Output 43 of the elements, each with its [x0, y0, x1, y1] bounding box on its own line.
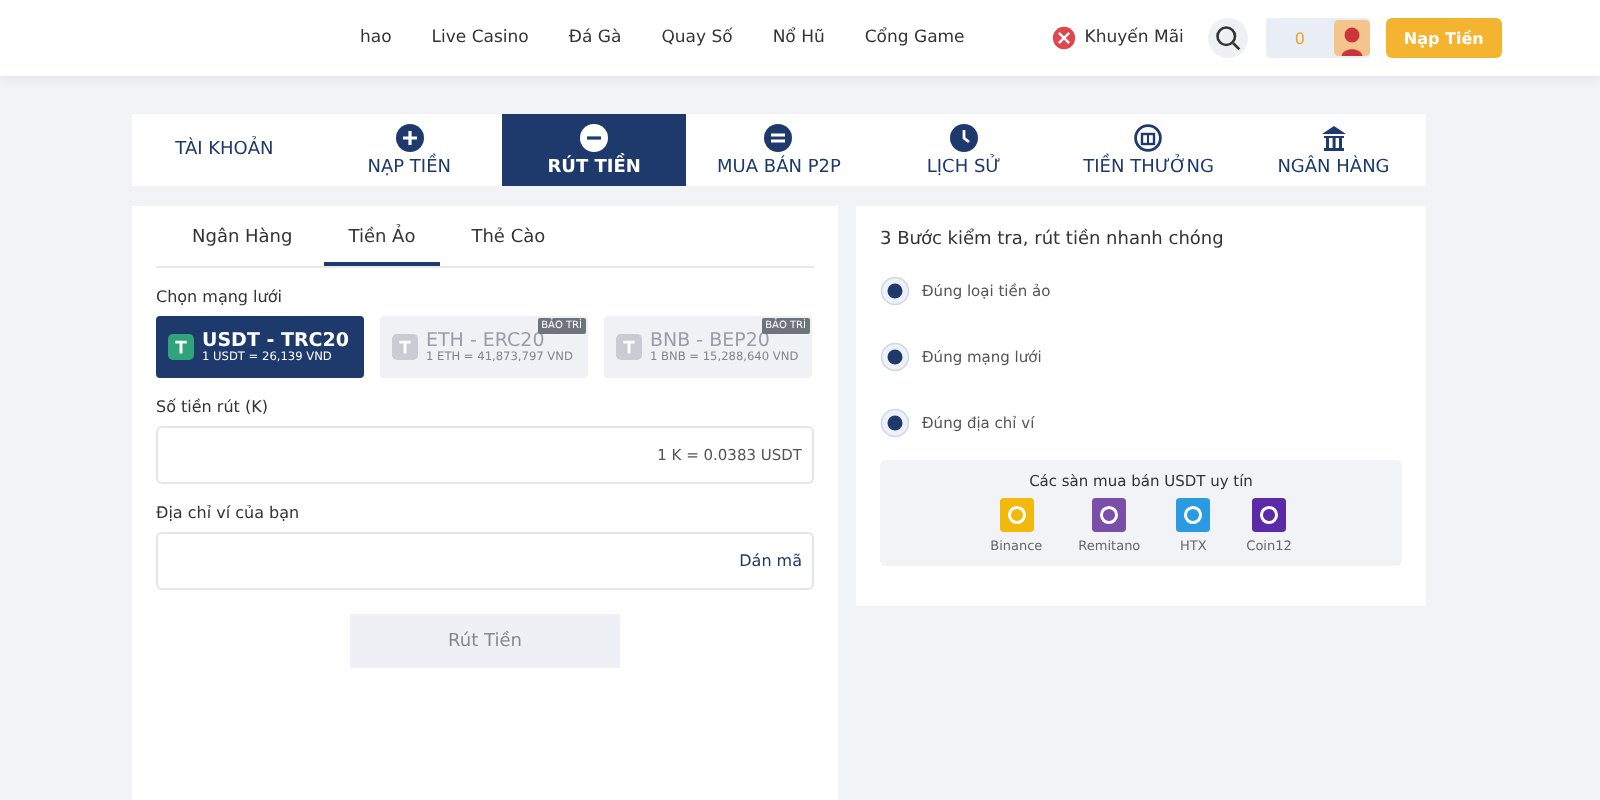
field-label: Số tiền rút (K)	[156, 398, 270, 416]
tab-icon	[1319, 123, 1348, 151]
coin-icon	[392, 334, 418, 360]
field-label: Địa chỉ ví của bạn	[156, 504, 302, 522]
paste-link[interactable]: Dán mã	[739, 552, 802, 570]
coin-icon	[616, 334, 642, 360]
nav-link[interactable]: Đá Gà	[568, 28, 622, 48]
nav-link[interactable]: Nổ Hũ	[772, 28, 825, 48]
tab-icon	[580, 123, 609, 151]
nav-link[interactable]: hao	[360, 28, 392, 48]
balance-amount: 0	[1292, 29, 1307, 47]
network-name: USDT - TRC20	[202, 330, 349, 352]
address-field[interactable]: Dán mã	[156, 532, 814, 590]
step-icon	[880, 342, 910, 372]
exchange-logo-icon[interactable]	[1252, 498, 1287, 532]
account-tab[interactable]: LỊCH SỬ	[871, 114, 1057, 186]
steps-title: 3 Bước kiểm tra, rút tiền nhanh chóng	[880, 230, 1226, 250]
method-tab[interactable]: Thẻ Cào	[447, 206, 570, 266]
network-name: BNB - BEP20	[650, 330, 772, 352]
method-tab[interactable]: Ngân Hàng	[168, 206, 317, 266]
field-label: Chọn mạng lưới	[156, 288, 284, 306]
tab-icon	[949, 123, 978, 151]
account-tab[interactable]: MUA BÁN P2P	[686, 114, 872, 186]
network-name: ETH - ERC20	[426, 330, 547, 352]
search-button[interactable]	[1207, 18, 1248, 58]
exchange-logo-icon[interactable]	[1092, 498, 1127, 532]
step-icon	[880, 276, 910, 306]
avatar-icon[interactable]	[1333, 20, 1370, 56]
account-tab[interactable]: NẠP TIỀN	[316, 114, 502, 186]
tab-icon	[764, 123, 793, 151]
account-tab[interactable]: NGÂN HÀNG	[1241, 114, 1426, 186]
step-icon	[880, 408, 910, 438]
nav-link[interactable]: Cổng Game	[864, 28, 965, 48]
nav-link[interactable]: Quay Số	[661, 28, 733, 48]
account-tab[interactable]: TÀI KHOẢN	[132, 114, 317, 186]
promo-link[interactable]: Khuyến Mãi	[1084, 28, 1184, 48]
method-tab[interactable]: Tiền Ảo	[324, 206, 440, 266]
nav-link[interactable]: Live Casino	[431, 28, 529, 48]
tab-icon	[1134, 123, 1163, 151]
tab-icon	[395, 123, 424, 151]
account-tab[interactable]: RÚT TIỀN	[501, 114, 687, 186]
coin-icon	[168, 334, 194, 360]
account-tab[interactable]: TIỀN THƯỞNG	[1056, 114, 1242, 186]
